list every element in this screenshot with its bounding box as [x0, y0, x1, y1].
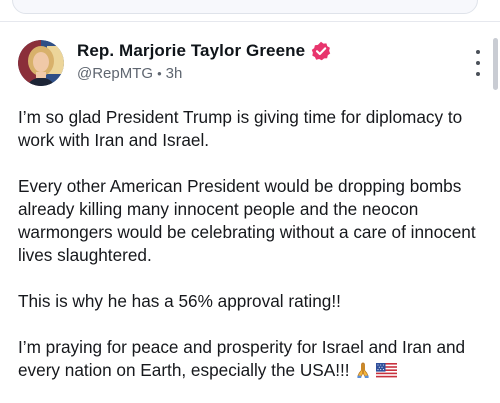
- display-name[interactable]: Rep. Marjorie Taylor Greene: [77, 41, 305, 61]
- app-frame: Rep. Marjorie Taylor Greene @RepMTG • 3h: [0, 0, 500, 403]
- handle[interactable]: @RepMTG: [77, 65, 153, 82]
- post-card: Rep. Marjorie Taylor Greene @RepMTG • 3h: [18, 36, 480, 403]
- name-row: Rep. Marjorie Taylor Greene: [77, 40, 331, 62]
- timestamp[interactable]: 3h: [166, 65, 183, 82]
- post-paragraph-text: I’m praying for peace and prosperity for…: [18, 337, 466, 380]
- post-paragraph: This is why he has a 56% approval rating…: [18, 291, 341, 311]
- meta-row: @RepMTG • 3h: [77, 65, 331, 82]
- post-paragraph: Every other American President would be …: [18, 176, 476, 265]
- avatar[interactable]: [18, 40, 64, 86]
- previous-card-edge: [12, 0, 478, 14]
- more-vertical-icon[interactable]: [472, 50, 484, 76]
- post-paragraph-last: I’m praying for peace and prosperity for…: [18, 336, 478, 385]
- scrollbar[interactable]: [493, 38, 498, 90]
- author-block: Rep. Marjorie Taylor Greene @RepMTG • 3h: [77, 40, 331, 82]
- us-flag-icon: [375, 362, 397, 385]
- post-header: Rep. Marjorie Taylor Greene @RepMTG • 3h: [18, 36, 480, 92]
- praying-hands-icon: [354, 361, 372, 385]
- post-paragraph: I’m so glad President Trump is giving ti…: [18, 107, 463, 150]
- meta-separator: •: [157, 66, 162, 81]
- verified-badge-icon: [311, 41, 331, 61]
- post-body: I’m so glad President Trump is giving ti…: [18, 106, 478, 385]
- top-divider: [0, 21, 500, 22]
